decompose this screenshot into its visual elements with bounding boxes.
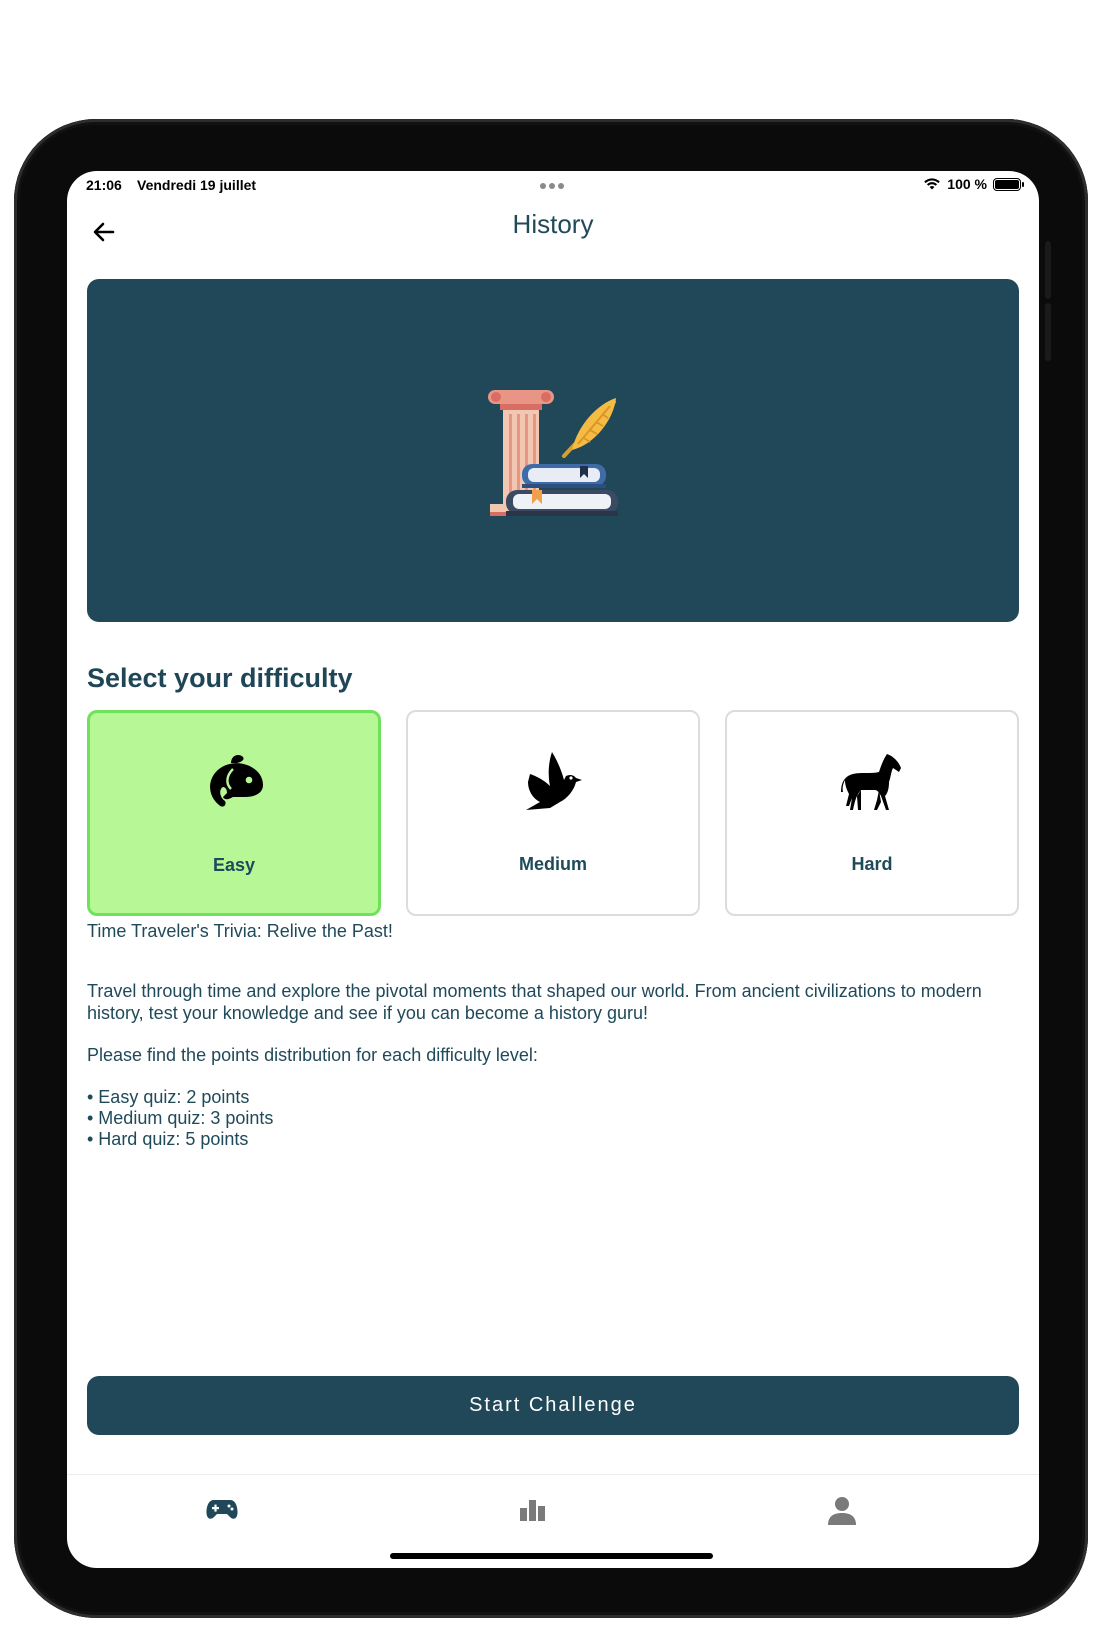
tab-bar: [67, 1474, 1039, 1568]
difficulty-label-hard: Hard: [851, 854, 893, 874]
difficulty-card-hard[interactable]: Hard: [725, 710, 1019, 916]
difficulty-options: Easy Medium Hard: [87, 710, 1019, 916]
tab-games[interactable]: [192, 1485, 252, 1535]
tab-leaderboard[interactable]: [502, 1485, 562, 1535]
user-icon: [828, 1497, 856, 1525]
difficulty-card-medium[interactable]: Medium: [406, 710, 700, 916]
volume-up-button: [1045, 241, 1051, 299]
bar-chart-icon: [520, 1500, 545, 1521]
description-body-line2: history, test your knowledge and see if …: [87, 1003, 648, 1023]
status-date: Vendredi 19 juillet: [137, 177, 257, 193]
wifi-icon: [924, 178, 941, 190]
status-bar: 21:06 Vendredi 19 juillet 100 %: [67, 171, 1039, 205]
dove-icon: [526, 752, 582, 810]
difficulty-label-easy: Easy: [212, 855, 256, 875]
difficulty-card-easy[interactable]: Easy: [87, 710, 381, 916]
gamepad-icon: [206, 1500, 238, 1519]
tab-profile[interactable]: [812, 1485, 872, 1535]
horse-icon: [841, 754, 901, 810]
fish-icon: [210, 755, 263, 807]
header: History: [67, 205, 1039, 261]
points-intro: Please find the points distribution for …: [87, 1045, 538, 1065]
battery-icon: [993, 177, 1024, 191]
description-body-line1: Travel through time and explore the pivo…: [87, 981, 982, 1001]
multitasking-dots-icon[interactable]: [540, 183, 564, 189]
home-indicator[interactable]: [390, 1553, 713, 1559]
page-title: History: [512, 209, 594, 239]
points-easy: • Easy quiz: 2 points: [87, 1087, 250, 1107]
points-hard: • Hard quiz: 5 points: [87, 1129, 249, 1149]
difficulty-heading: Select your difficulty: [87, 663, 353, 693]
history-column-books-quill-icon: [488, 389, 618, 516]
description-headline: Time Traveler's Trivia: Relive the Past!: [87, 921, 393, 941]
points-medium: • Medium quiz: 3 points: [87, 1108, 274, 1128]
difficulty-label-medium: Medium: [518, 854, 587, 874]
volume-down-button: [1045, 303, 1051, 361]
category-banner: [87, 279, 1019, 622]
status-time: 21:06: [86, 177, 122, 193]
app-screen: 21:06 Vendredi 19 juillet 100 % History: [67, 171, 1039, 1568]
battery-percent: 100 %: [947, 176, 987, 192]
start-challenge-button[interactable]: Start Challenge: [87, 1376, 1019, 1435]
